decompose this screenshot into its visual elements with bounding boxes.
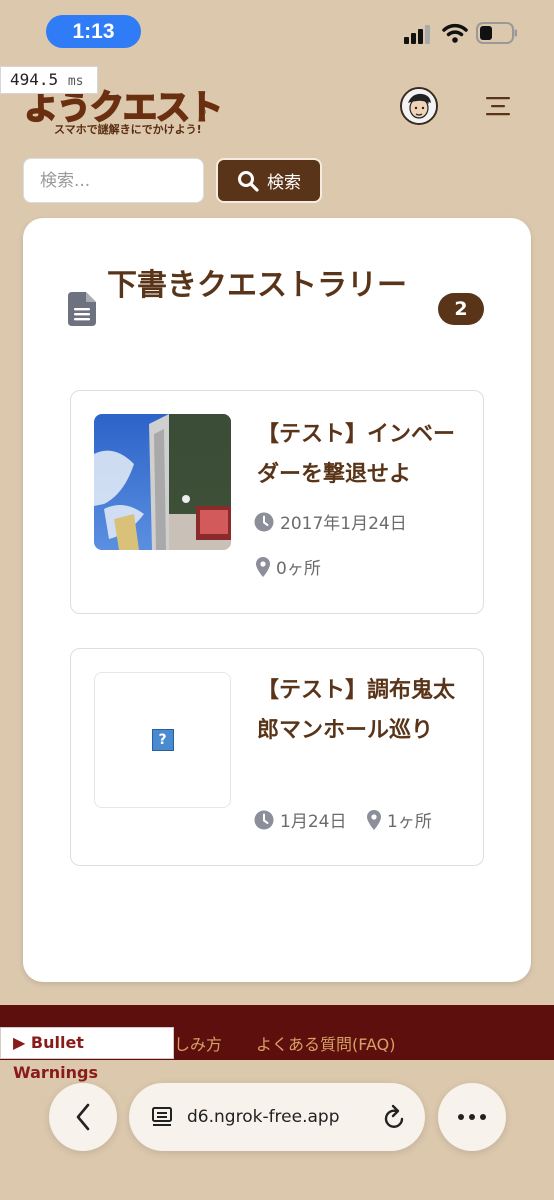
quest-title[interactable]: 【テスト】調布鬼太郎マンホール巡り bbox=[257, 671, 462, 751]
quest-date: 2017年1月24日 bbox=[254, 509, 407, 534]
clock-icon bbox=[254, 810, 274, 829]
draft-quest-panel: 下書きクエストラリー 2 【テスト】インベーダーを撃退せよ 2017年1月24日… bbox=[23, 218, 531, 982]
footer-link-how-to-enjoy[interactable]: しみ方 bbox=[174, 1031, 222, 1055]
more-icon bbox=[458, 1114, 486, 1120]
quest-card[interactable]: ? 【テスト】調布鬼太郎マンホール巡り 1月24日 1ヶ所 bbox=[70, 648, 484, 866]
back-icon bbox=[76, 1103, 90, 1131]
reader-icon[interactable] bbox=[151, 1105, 175, 1129]
bullet-warnings-label: Bullet Warnings bbox=[13, 1033, 99, 1082]
search-button-label: 検索 bbox=[267, 173, 301, 193]
quest-photo bbox=[94, 414, 231, 550]
quest-date-text: 1月24日 bbox=[280, 812, 347, 832]
search-input[interactable] bbox=[23, 158, 204, 203]
back-button[interactable] bbox=[49, 1083, 117, 1151]
perf-timer-unit: ms bbox=[67, 74, 84, 89]
broken-image-icon: ? bbox=[151, 729, 174, 751]
url-text: d6.ngrok-free.app bbox=[187, 1107, 340, 1127]
reload-icon[interactable] bbox=[383, 1104, 407, 1130]
logo-registered-mark: ® bbox=[198, 108, 207, 118]
quest-thumbnail[interactable] bbox=[94, 414, 231, 550]
address-bar[interactable]: d6.ngrok-free.app bbox=[129, 1083, 425, 1151]
status-bar: 1:13 bbox=[0, 0, 554, 62]
quest-thumbnail[interactable]: ? bbox=[94, 672, 231, 808]
quest-spots: 1ヶ所 bbox=[367, 807, 432, 832]
document-icon bbox=[68, 292, 96, 326]
perf-timer-value: 494.5 bbox=[10, 70, 59, 89]
quest-title[interactable]: 【テスト】インベーダーを撃退せよ bbox=[257, 415, 462, 495]
signal-icon bbox=[404, 25, 430, 44]
status-time: 1:13 bbox=[46, 15, 141, 48]
quest-count-badge: 2 bbox=[438, 293, 484, 325]
search-button[interactable]: 検索 bbox=[216, 158, 322, 203]
avatar[interactable] bbox=[400, 87, 438, 125]
quest-date-text: 2017年1月24日 bbox=[280, 514, 407, 534]
quest-spots-text: 0ヶ所 bbox=[276, 559, 321, 579]
play-triangle-icon: ▶ bbox=[13, 1033, 26, 1052]
menu-icon[interactable] bbox=[486, 96, 512, 116]
search-icon bbox=[238, 170, 259, 192]
location-pin-icon bbox=[367, 809, 381, 830]
avatar-face-icon bbox=[402, 89, 436, 123]
perf-timer-badge: 494.5 ms bbox=[0, 66, 98, 94]
section-title: 下書きクエストラリー bbox=[107, 268, 407, 303]
footer-link-faq[interactable]: よくある質問(FAQ) bbox=[256, 1031, 395, 1055]
logo-tagline: スマホで謎解きにでかけよう! bbox=[54, 123, 202, 136]
bullet-warnings-badge[interactable]: ▶ Bullet Warnings bbox=[0, 1027, 174, 1082]
wifi-icon bbox=[442, 23, 468, 43]
more-button[interactable] bbox=[438, 1083, 506, 1151]
quest-spots: 0ヶ所 bbox=[256, 554, 321, 579]
clock-icon bbox=[254, 512, 274, 531]
location-pin-icon bbox=[256, 556, 270, 577]
quest-spots-text: 1ヶ所 bbox=[387, 812, 432, 832]
quest-card[interactable]: 【テスト】インベーダーを撃退せよ 2017年1月24日 0ヶ所 bbox=[70, 390, 484, 614]
battery-icon bbox=[476, 22, 517, 44]
quest-date: 1月24日 bbox=[254, 807, 346, 832]
